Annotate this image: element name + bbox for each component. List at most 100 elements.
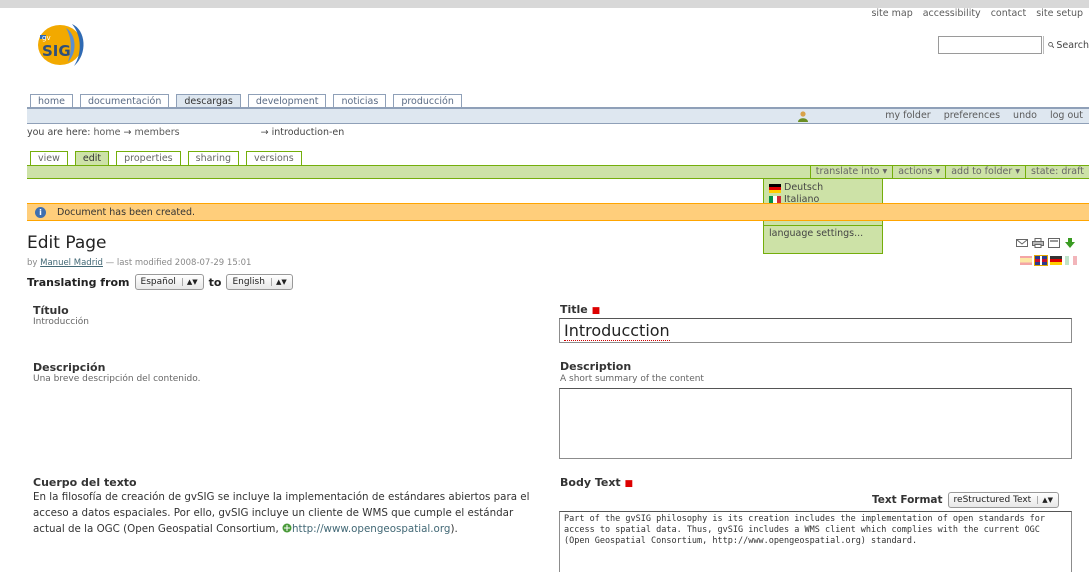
to-language-select[interactable]: English ▲▼ [226, 274, 293, 290]
top-bar [0, 0, 1089, 8]
translate-option-deutsch[interactable]: Deutsch [764, 182, 882, 194]
required-marker-icon: ■ [624, 479, 634, 489]
portal-message: i Document has been created. [27, 203, 1089, 221]
author-link[interactable]: Manuel Madrid [40, 258, 103, 268]
body-text-field-label: Body Text ■ [560, 476, 633, 489]
search-button-label: Search [1056, 39, 1089, 51]
title-input[interactable]: Introducction [559, 318, 1072, 343]
tab-view[interactable]: view [30, 151, 68, 165]
actions-menu[interactable]: actions ▾ [892, 166, 945, 178]
page-title: Edit Page [27, 233, 107, 253]
nav-tab-documentacion[interactable]: documentación [79, 94, 170, 108]
translate-into-menu[interactable]: translate into ▾ [809, 166, 892, 178]
external-link-icon [282, 523, 292, 533]
tab-properties[interactable]: properties [116, 151, 181, 165]
breadcrumb-current: introduction-en [271, 127, 345, 138]
german-flag-icon [769, 183, 781, 193]
description-textarea[interactable] [559, 388, 1072, 459]
original-body-label: Cuerpo del texto [33, 476, 137, 489]
site-actions: site map accessibility contact site setu… [871, 8, 1083, 22]
breadcrumb: you are here: home → members → introduct… [27, 127, 344, 138]
nav-tab-descargas[interactable]: descargas [176, 94, 241, 108]
original-description-label: Descripción [33, 361, 106, 374]
language-flags [1020, 256, 1077, 265]
search-icon [1048, 42, 1055, 49]
original-body-end: ). [450, 523, 458, 535]
german-flag-icon[interactable] [1050, 256, 1062, 265]
content-actions-bar: translate into ▾ actions ▾ add to folder… [27, 165, 1089, 179]
user-icon[interactable] [797, 110, 809, 122]
text-format-row: Text Format reStructured Text ▲▼ [872, 492, 1059, 508]
download-arrow-icon[interactable] [1064, 238, 1076, 248]
from-language-value: Español [140, 277, 176, 287]
site-setup-link[interactable]: site setup [1036, 8, 1083, 22]
title-label-text: Title [560, 303, 588, 316]
portal-message-text: Document has been created. [57, 207, 196, 218]
english-flag-icon[interactable] [1035, 256, 1047, 265]
nav-tab-development[interactable]: development [247, 94, 327, 108]
breadcrumb-separator: → [260, 127, 269, 138]
translating-bar: Translating from Español ▲▼ to English ▲… [27, 274, 293, 290]
tab-edit[interactable]: edit [74, 151, 110, 165]
search-input[interactable] [938, 36, 1042, 54]
spanish-flag-icon[interactable] [1020, 256, 1032, 265]
select-arrows-icon: ▲▼ [1037, 496, 1053, 504]
content-actions: translate into ▾ actions ▾ add to folder… [809, 166, 1089, 178]
select-arrows-icon: ▲▼ [270, 278, 287, 286]
text-format-value: reStructured Text [953, 495, 1032, 505]
print-icon[interactable] [1032, 238, 1044, 248]
byline-modified: — last modified 2008-07-29 15:01 [105, 258, 252, 268]
from-language-select[interactable]: Español ▲▼ [134, 274, 204, 290]
title-field-label: Title ■ [560, 303, 600, 316]
full-screen-icon[interactable] [1048, 238, 1060, 248]
svg-text:gv: gv [42, 34, 51, 42]
tab-versions[interactable]: versions [246, 151, 302, 165]
dropdown-divider [764, 225, 882, 226]
original-title-value: Introducción [33, 317, 89, 327]
to-label: to [208, 275, 222, 289]
body-label-text: Body Text [560, 476, 621, 489]
info-icon: i [35, 207, 46, 218]
personal-bar: my folder preferences undo log out [27, 109, 1089, 124]
original-body-text: En la filosofía de creación de gvSIG se … [33, 489, 545, 537]
select-arrows-icon: ▲▼ [181, 278, 198, 286]
text-format-select[interactable]: reStructured Text ▲▼ [947, 492, 1059, 508]
personal-links: my folder preferences undo log out [885, 110, 1083, 121]
translating-label: Translating from [27, 275, 130, 289]
title-input-value: Introducction [564, 321, 670, 341]
log-out-link[interactable]: log out [1050, 110, 1083, 121]
search-button[interactable]: Search [1043, 36, 1089, 54]
global-nav: home documentación descargas development… [30, 94, 469, 108]
nav-tab-home[interactable]: home [30, 94, 73, 108]
opengeospatial-link[interactable]: http://www.opengeospatial.org [292, 523, 450, 535]
accessibility-link[interactable]: accessibility [923, 8, 981, 22]
content-tabs: view edit properties sharing versions [30, 151, 309, 165]
svg-text:SIG: SIG [42, 42, 71, 60]
state-menu[interactable]: state: draft [1025, 166, 1089, 178]
body-text-textarea[interactable]: Part of the gvSIG philosophy is its crea… [559, 511, 1072, 572]
send-to-icon[interactable] [1016, 238, 1028, 248]
language-settings-link[interactable]: language settings... [764, 228, 882, 240]
text-format-label: Text Format [872, 494, 943, 506]
original-title-label: Título [33, 304, 69, 317]
my-folder-link[interactable]: my folder [885, 110, 930, 121]
breadcrumb-prefix: you are here: [27, 127, 91, 138]
required-marker-icon: ■ [591, 306, 601, 316]
undo-link[interactable]: undo [1013, 110, 1037, 121]
tab-sharing[interactable]: sharing [187, 151, 240, 165]
italian-flag-icon[interactable] [1065, 256, 1077, 265]
original-description-value: Una breve descripción del contenido. [33, 374, 201, 384]
contact-link[interactable]: contact [991, 8, 1027, 22]
breadcrumb-members[interactable]: members [134, 127, 179, 138]
site-map-link[interactable]: site map [871, 8, 912, 22]
byline-prefix: by [27, 258, 38, 268]
add-to-folder-menu[interactable]: add to folder ▾ [945, 166, 1025, 178]
description-help-text: A short summary of the content [560, 374, 704, 384]
deutsch-label: Deutsch [784, 182, 824, 193]
document-actions [1016, 238, 1076, 248]
breadcrumb-home[interactable]: home [94, 127, 121, 138]
nav-tab-noticias[interactable]: noticias [333, 94, 387, 108]
gvsig-logo[interactable]: SIG gv [34, 20, 100, 70]
preferences-link[interactable]: preferences [944, 110, 1000, 121]
nav-tab-produccion[interactable]: producción [393, 94, 462, 108]
